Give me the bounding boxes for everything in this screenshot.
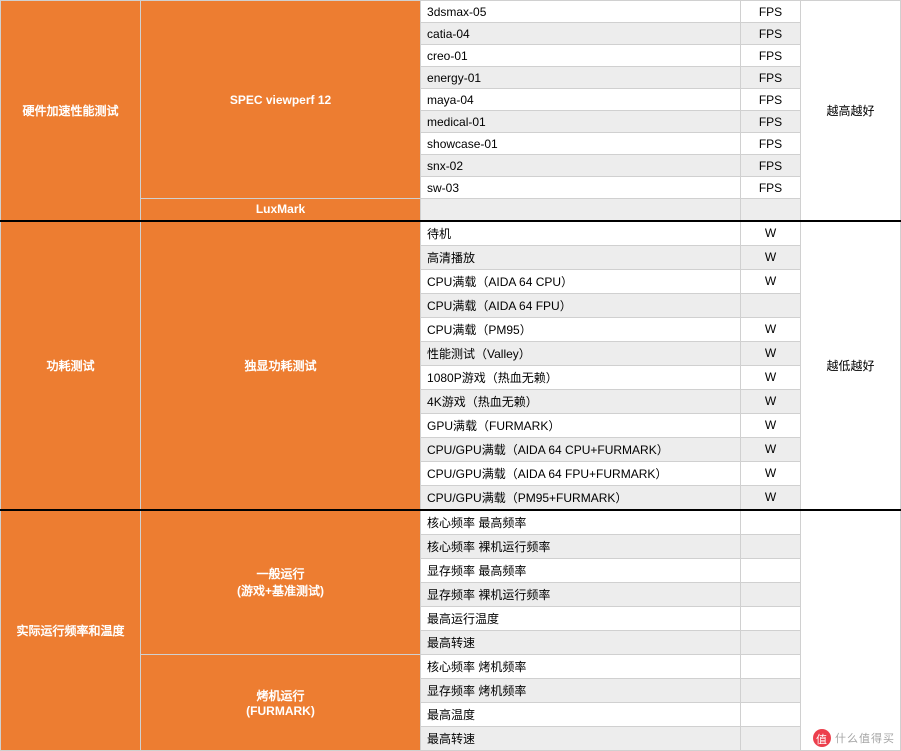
- stress-row-name: 显存频率 烤机频率: [421, 678, 741, 702]
- freq-row-unit: [741, 582, 801, 606]
- spec-row-unit: FPS: [741, 155, 801, 177]
- power-row-unit: W: [741, 485, 801, 510]
- power-row-name: CPU/GPU满载（AIDA 64 FPU+FURMARK）: [421, 461, 741, 485]
- spec-row-name: catia-04: [421, 23, 741, 45]
- spec-row-unit: FPS: [741, 67, 801, 89]
- spec-row-unit: FPS: [741, 23, 801, 45]
- power-row-unit: W: [741, 365, 801, 389]
- stress-row-unit: [741, 654, 801, 678]
- stress-run-l2: (FURMARK): [246, 704, 315, 718]
- test-luxmark: LuxMark: [141, 199, 421, 221]
- freq-row-unit: [741, 558, 801, 582]
- hw-accel-note: 越高越好: [801, 1, 901, 221]
- power-row-unit: W: [741, 317, 801, 341]
- stress-run-l1: 烤机运行: [257, 689, 305, 703]
- freq-row-name: 最高运行温度: [421, 606, 741, 630]
- power-row-unit: W: [741, 221, 801, 246]
- power-row-name: 性能测试（Valley）: [421, 341, 741, 365]
- benchmark-table: 硬件加速性能测试 SPEC viewperf 12 3dsmax-05 FPS …: [0, 0, 901, 751]
- freq-row-name: 显存频率 裸机运行频率: [421, 582, 741, 606]
- freq-row-unit: [741, 606, 801, 630]
- power-row-name: CPU/GPU满载（PM95+FURMARK）: [421, 485, 741, 510]
- power-row-unit: W: [741, 413, 801, 437]
- power-row-name: GPU满载（FURMARK）: [421, 413, 741, 437]
- test-stress-run: 烤机运行 (FURMARK): [141, 654, 421, 750]
- stress-row-unit: [741, 678, 801, 702]
- power-row-unit: W: [741, 269, 801, 293]
- stress-row-unit: [741, 726, 801, 750]
- power-row-name: 高清播放: [421, 245, 741, 269]
- spec-row-name: energy-01: [421, 67, 741, 89]
- stress-row-name: 最高转速: [421, 726, 741, 750]
- power-row-unit: W: [741, 437, 801, 461]
- section-power: 功耗测试: [1, 221, 141, 510]
- freq-row-name: 最高转速: [421, 630, 741, 654]
- freq-row-name: 核心频率 裸机运行频率: [421, 534, 741, 558]
- luxmark-unit: [741, 199, 801, 221]
- power-row-name: CPU满载（PM95）: [421, 317, 741, 341]
- power-row-name: 待机: [421, 221, 741, 246]
- section-hw-accel: 硬件加速性能测试: [1, 1, 141, 221]
- freq-temp-note: [801, 510, 901, 751]
- spec-row-unit: FPS: [741, 89, 801, 111]
- power-row-name: CPU满载（AIDA 64 FPU）: [421, 293, 741, 317]
- power-row-name: CPU满载（AIDA 64 CPU）: [421, 269, 741, 293]
- stress-row-name: 核心频率 烤机频率: [421, 654, 741, 678]
- freq-row-name: 核心频率 最高频率: [421, 510, 741, 535]
- stress-row-unit: [741, 702, 801, 726]
- spec-row-unit: FPS: [741, 111, 801, 133]
- normal-run-l2: (游戏+基准测试): [237, 584, 324, 598]
- spec-row-name: showcase-01: [421, 133, 741, 155]
- spec-row-unit: FPS: [741, 1, 801, 23]
- spec-row-unit: FPS: [741, 177, 801, 199]
- power-row-unit: W: [741, 341, 801, 365]
- smzdm-logo-icon: [813, 729, 831, 747]
- watermark: 什么值得买: [813, 729, 895, 747]
- spec-row-unit: FPS: [741, 45, 801, 67]
- power-row-name: 4K游戏（热血无赖）: [421, 389, 741, 413]
- freq-row-unit: [741, 630, 801, 654]
- test-spec-viewperf: SPEC viewperf 12: [141, 1, 421, 199]
- section-freq-temp: 实际运行频率和温度: [1, 510, 141, 751]
- spec-row-name: medical-01: [421, 111, 741, 133]
- test-normal-run: 一般运行 (游戏+基准测试): [141, 510, 421, 655]
- spec-row-name: creo-01: [421, 45, 741, 67]
- test-dgpu-power: 独显功耗测试: [141, 221, 421, 510]
- power-row-name: 1080P游戏（热血无赖）: [421, 365, 741, 389]
- spec-row-name: 3dsmax-05: [421, 1, 741, 23]
- power-row-unit: W: [741, 245, 801, 269]
- power-row-unit: W: [741, 461, 801, 485]
- power-row-unit: W: [741, 389, 801, 413]
- spec-row-name: snx-02: [421, 155, 741, 177]
- power-row-unit: [741, 293, 801, 317]
- power-row-name: CPU/GPU满载（AIDA 64 CPU+FURMARK）: [421, 437, 741, 461]
- spec-row-unit: FPS: [741, 133, 801, 155]
- stress-row-name: 最高温度: [421, 702, 741, 726]
- freq-row-name: 显存频率 最高频率: [421, 558, 741, 582]
- luxmark-value: [421, 199, 741, 221]
- freq-row-unit: [741, 510, 801, 535]
- freq-row-unit: [741, 534, 801, 558]
- power-note: 越低越好: [801, 221, 901, 510]
- watermark-text: 什么值得买: [835, 730, 895, 746]
- spec-row-name: maya-04: [421, 89, 741, 111]
- normal-run-l1: 一般运行: [257, 567, 305, 581]
- spec-row-name: sw-03: [421, 177, 741, 199]
